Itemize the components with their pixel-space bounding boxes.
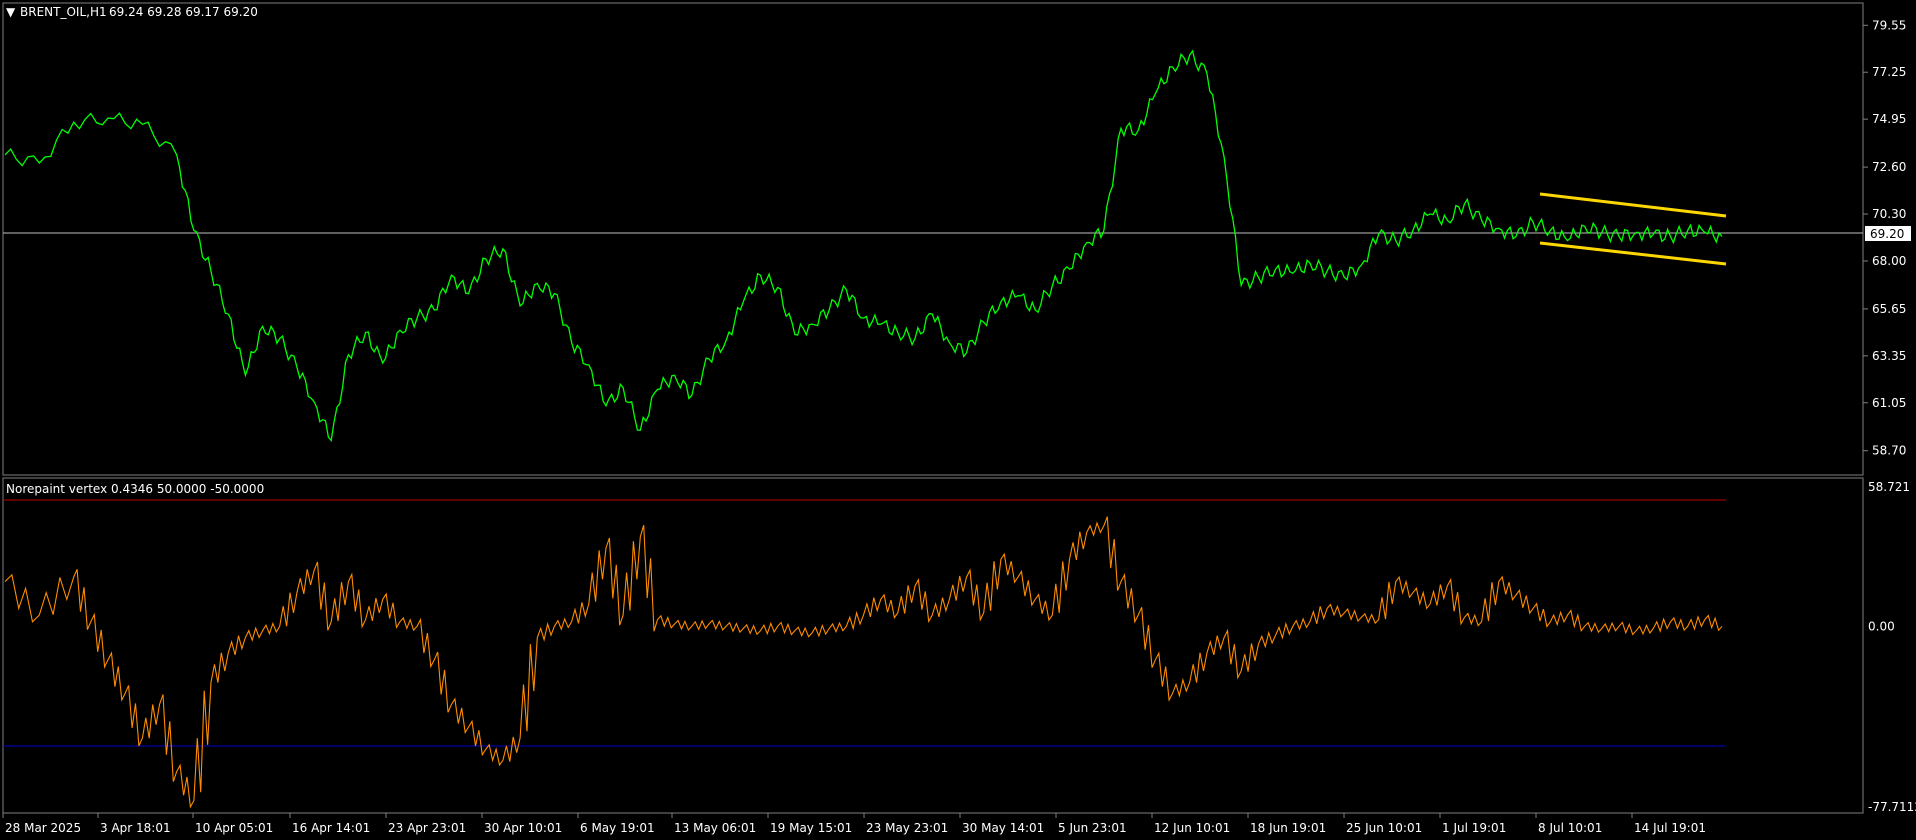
channel-lower-line[interactable] (1539, 241, 1727, 266)
oscillator-series-line (4, 516, 1723, 809)
x-tick-label: 3 Apr 18:01 (100, 821, 171, 835)
x-tick-label: 18 Jun 19:01 (1250, 821, 1326, 835)
symbol-label: BRENT_OIL,H1 (20, 5, 107, 19)
x-tick-label: 5 Jun 23:01 (1058, 821, 1127, 835)
x-tick-label: 13 May 06:01 (674, 821, 756, 835)
main-y-tick-label: 58.70 (1872, 444, 1906, 458)
indicator-header: Norepaint vertex 0.4346 50.0000 -50.0000 (6, 482, 264, 496)
sub-y-tick-label: 58.721 (1868, 480, 1910, 494)
x-tick-label: 30 May 14:01 (962, 821, 1044, 835)
x-tick-label: 8 Jul 10:01 (1538, 821, 1602, 835)
main-y-tick-label: 77.25 (1872, 65, 1906, 79)
x-tick-label: 14 Jul 19:01 (1634, 821, 1706, 835)
x-tick-label: 19 May 15:01 (770, 821, 852, 835)
x-tick-label: 23 Apr 23:01 (388, 821, 466, 835)
main-y-tick-label: 79.55 (1872, 18, 1906, 32)
x-tick-label: 25 Jun 10:01 (1346, 821, 1422, 835)
x-tick-label: 30 Apr 10:01 (484, 821, 562, 835)
main-y-tick-label: 74.95 (1872, 112, 1906, 126)
sub-y-axis: 58.721 0.00 -77.7112 (1868, 480, 1916, 814)
main-y-tick-label: 61.05 (1872, 396, 1906, 410)
x-tick-label: 1 Jul 19:01 (1442, 821, 1506, 835)
sub-panel-frame (2, 477, 1864, 814)
ohlc-readout: 69.24 69.28 69.17 69.20 (109, 5, 258, 19)
current-price-tag-label: 69.20 (1870, 227, 1904, 241)
main-y-tick-label: 72.60 (1872, 160, 1906, 174)
collapse-arrow-icon[interactable]: ▼ (6, 5, 16, 19)
main-y-tick-label: 65.65 (1872, 302, 1906, 316)
main-y-tick-label: 63.35 (1872, 349, 1906, 363)
x-tick-label: 23 May 23:01 (866, 821, 948, 835)
sub-y-tick-label: -77.7112 (1868, 800, 1916, 814)
x-tick-label: 12 Jun 10:01 (1154, 821, 1230, 835)
sub-y-tick-label: 0.00 (1868, 619, 1895, 633)
main-y-tick-label: 68.00 (1872, 254, 1906, 268)
chart-root: ▼ BRENT_OIL,H1 69.24 69.28 69.17 69.20 N… (2, 2, 1916, 835)
main-y-tick-label: 70.30 (1872, 207, 1906, 221)
channel-upper-line[interactable] (1539, 192, 1727, 218)
main-panel-frame (2, 2, 1864, 476)
x-tick-label: 6 May 19:01 (580, 821, 655, 835)
x-axis: 28 Mar 2025 3 Apr 18:01 10 Apr 05:01 16 Apr… (2, 813, 1706, 835)
price-series-line (4, 49, 1723, 443)
x-tick-label: 16 Apr 14:01 (292, 821, 370, 835)
x-tick-label: 10 Apr 05:01 (195, 821, 273, 835)
x-tick-label: 28 Mar 2025 (5, 821, 81, 835)
